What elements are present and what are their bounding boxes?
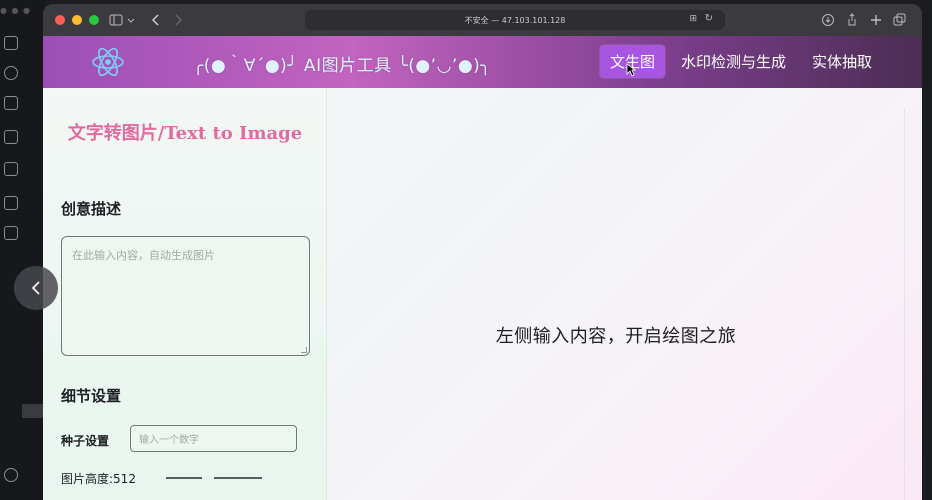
- app-title: ╭(●｀∀´●)╯ AI图片工具 ╰(●’◡’●)╮: [193, 56, 492, 76]
- minimize-window-button[interactable]: [72, 15, 82, 25]
- seed-input[interactable]: 输入一个数字: [130, 425, 297, 452]
- traffic-lights: [55, 15, 99, 25]
- translate-icon[interactable]: ⊞: [689, 14, 697, 24]
- nav-watermark[interactable]: 水印检测与生成: [671, 45, 796, 78]
- main-nav: 文生图 水印检测与生成 实体抽取: [599, 45, 882, 78]
- ide-selected-line: [22, 404, 44, 418]
- resize-handle[interactable]: [301, 347, 307, 353]
- react-logo-icon: [92, 47, 124, 77]
- address-bar[interactable]: 不安全 — 47.103.101.128 ⊞ ↻: [305, 10, 725, 30]
- panel-title: 文字转图片/Text to Image: [67, 123, 303, 144]
- back-arrow-button[interactable]: [14, 266, 58, 310]
- share-icon[interactable]: [845, 13, 859, 27]
- tab-overview-icon[interactable]: [893, 13, 907, 27]
- height-label: 图片高度:512: [61, 472, 136, 486]
- web-app: ╭(●｀∀´●)╯ AI图片工具 ╰(●’◡’●)╮ 文生图 水印检测与生成 实…: [43, 36, 922, 500]
- account-icon[interactable]: [4, 468, 18, 482]
- creative-section-title: 创意描述: [61, 200, 122, 218]
- seed-label: 种子设置: [61, 434, 110, 448]
- browser-window: 不安全 — 47.103.101.128 ⊞ ↻ ╭(●｀∀´●)╯ AI图片工…: [43, 4, 922, 500]
- remote-explorer-icon[interactable]: [4, 196, 18, 210]
- prompt-placeholder: 在此输入内容，自动生成图片: [72, 249, 215, 262]
- empty-state-message: 左侧输入内容，开启绘图之旅: [495, 326, 737, 347]
- image-output-panel: 左侧输入内容，开启绘图之旅: [327, 108, 905, 500]
- page-content: 文字转图片/Text to Image 创意描述 在此输入内容，自动生成图片 细…: [43, 88, 922, 500]
- back-icon[interactable]: [149, 13, 163, 27]
- mouse-cursor-icon: [626, 63, 636, 77]
- sidebar-icon[interactable]: [109, 13, 123, 27]
- files-icon[interactable]: [4, 36, 18, 50]
- download-icon[interactable]: [821, 13, 835, 27]
- url-text: 不安全 — 47.103.101.128: [464, 15, 566, 25]
- app-header: ╭(●｀∀´●)╯ AI图片工具 ╰(●’◡’●)╮ 文生图 水印检测与生成 实…: [43, 36, 922, 88]
- height-slider-track[interactable]: [166, 477, 202, 479]
- ide-sidebar: ● ● ●: [0, 0, 44, 500]
- window-dots: ● ● ●: [0, 6, 32, 15]
- zoom-window-button[interactable]: [89, 15, 99, 25]
- seed-placeholder: 输入一个数字: [139, 435, 199, 446]
- search-icon[interactable]: [4, 66, 18, 80]
- chevron-left-icon: [31, 281, 40, 295]
- extensions-icon[interactable]: [4, 162, 18, 176]
- testing-icon[interactable]: [4, 226, 18, 240]
- run-debug-icon[interactable]: [4, 130, 18, 144]
- forward-icon[interactable]: [171, 13, 185, 27]
- height-slider-track-right[interactable]: [214, 477, 262, 479]
- browser-toolbar: 不安全 — 47.103.101.128 ⊞ ↻: [43, 4, 922, 36]
- close-window-button[interactable]: [55, 15, 65, 25]
- prompt-textarea[interactable]: 在此输入内容，自动生成图片: [61, 236, 310, 356]
- detail-section-title: 细节设置: [61, 387, 122, 405]
- reload-icon[interactable]: ↻: [705, 13, 713, 24]
- source-control-icon[interactable]: [4, 96, 18, 110]
- new-tab-icon[interactable]: [869, 13, 883, 27]
- chevron-down-icon[interactable]: [127, 13, 135, 27]
- settings-panel: 文字转图片/Text to Image 创意描述 在此输入内容，自动生成图片 细…: [43, 88, 327, 500]
- nav-entity-extraction[interactable]: 实体抽取: [802, 45, 882, 78]
